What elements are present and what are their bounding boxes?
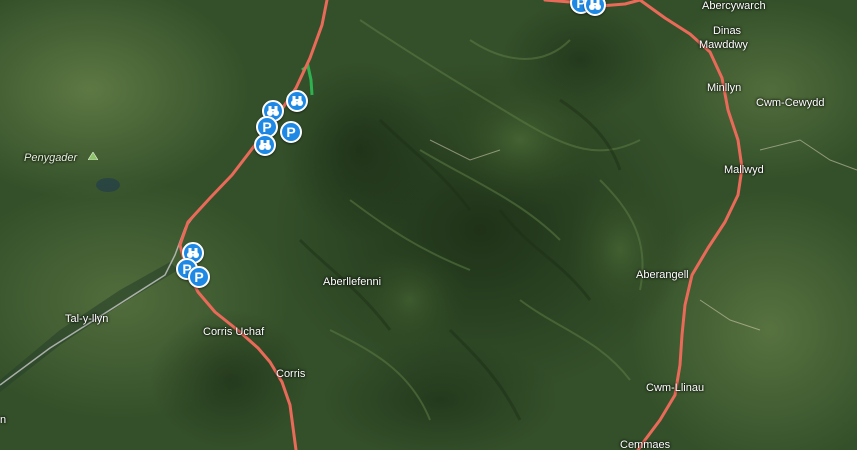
place-dinas-mawddwy-line2[interactable]: Mawddwy bbox=[699, 39, 748, 51]
binoculars-icon bbox=[589, 0, 601, 10]
place-abercywarch[interactable]: Abercywarch bbox=[702, 0, 766, 12]
peak-penygader[interactable]: Penygader bbox=[24, 152, 77, 164]
place-aberllefenni[interactable]: Aberllefenni bbox=[323, 276, 381, 288]
place-cwm-cewydd[interactable]: Cwm-Cewydd bbox=[756, 97, 824, 109]
binoculars-icon bbox=[291, 96, 303, 106]
peak-icon bbox=[88, 152, 98, 160]
place-mallwyd[interactable]: Mallwyd bbox=[724, 164, 764, 176]
satellite-map[interactable]: Abercywarch Dinas Mawddwy Minllyn Cwm-Ce… bbox=[0, 0, 857, 450]
place-corris-uchaf[interactable]: Corris Uchaf bbox=[203, 326, 264, 338]
parking-icon: P bbox=[194, 269, 204, 285]
parking-icon: P bbox=[262, 119, 272, 135]
place-corris[interactable]: Corris bbox=[276, 368, 305, 380]
place-minllyn[interactable]: Minllyn bbox=[707, 82, 741, 94]
place-dinas-mawddwy-line1[interactable]: Dinas bbox=[707, 25, 747, 37]
place-cwm-llinau[interactable]: Cwm-Llinau bbox=[646, 382, 704, 394]
place-partial-left: n bbox=[0, 414, 7, 426]
viewpoint-pin[interactable] bbox=[254, 134, 276, 156]
parking-icon: P bbox=[286, 124, 296, 140]
place-aberangell[interactable]: Aberangell bbox=[636, 269, 689, 281]
parking-pin[interactable]: P bbox=[188, 266, 210, 288]
terrain-layer bbox=[0, 0, 857, 450]
place-tal-y-llyn[interactable]: Tal-y-llyn bbox=[65, 313, 108, 325]
place-cemmaes[interactable]: Cemmaes bbox=[620, 439, 670, 450]
viewpoint-pin[interactable] bbox=[286, 90, 308, 112]
binoculars-icon bbox=[259, 140, 271, 150]
parking-pin[interactable]: P bbox=[280, 121, 302, 143]
